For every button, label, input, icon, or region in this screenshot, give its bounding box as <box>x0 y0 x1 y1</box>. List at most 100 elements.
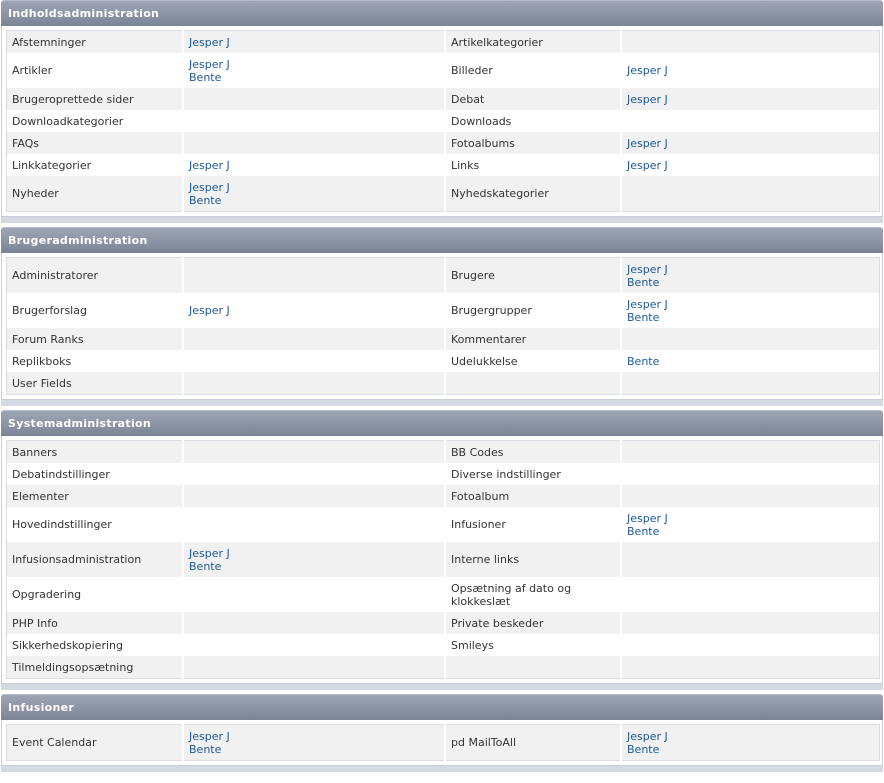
table-row: Hovedindstillinger Infusioner Jesper J Bent… <box>6 507 880 542</box>
user-link[interactable]: Bente <box>189 194 439 207</box>
section-title: Indholdsadministration <box>1 0 883 26</box>
user-link[interactable]: Jesper J <box>189 547 439 560</box>
table-row: Tilmeldingsopsætning <box>6 656 880 679</box>
admin-page-name: Brugere <box>445 257 622 293</box>
section-brugeradministration: Brugeradministration Administratorer Bruge… <box>1 227 883 406</box>
section-body: Afstemninger Jesper J Artikelkategorier Art… <box>1 26 883 217</box>
admin-page-users: Jesper J <box>183 154 446 176</box>
user-link[interactable]: Bente <box>189 560 439 573</box>
table-row: Downloadkategorier Downloads <box>6 110 880 132</box>
admin-page-name: Tilmeldingsopsætning <box>6 656 184 679</box>
section-footer <box>1 684 883 690</box>
admin-page-users <box>621 634 880 656</box>
user-link[interactable]: Jesper J <box>189 159 439 172</box>
admin-page-users <box>183 257 446 293</box>
admin-page-name: BB Codes <box>445 440 622 463</box>
admin-page-users: Jesper J Bente <box>621 257 880 293</box>
admin-page-name: Elementer <box>6 485 184 507</box>
admin-page-users <box>183 577 446 612</box>
user-link[interactable]: Jesper J <box>189 304 439 317</box>
admin-page-name: Artikler <box>6 53 184 88</box>
section-indholdsadministration: Indholdsadministration Afstemninger Jesper… <box>1 0 883 223</box>
admin-page-users <box>183 463 446 485</box>
admin-page-name: Debat <box>445 88 622 110</box>
user-link[interactable]: Jesper J <box>627 64 874 77</box>
section-title: Systemadministration <box>1 410 883 436</box>
admin-page-users <box>621 463 880 485</box>
table-row: Event Calendar Jesper J Bente pd MailToAll J… <box>6 724 880 761</box>
user-link[interactable]: Jesper J <box>627 137 874 150</box>
admin-page-users <box>621 577 880 612</box>
section-body: Event Calendar Jesper J Bente pd MailToAll J… <box>1 720 883 766</box>
user-link[interactable]: Bente <box>627 311 874 324</box>
section-body: Banners BB Codes Debatindstillinger Diverse… <box>1 436 883 684</box>
user-link[interactable]: Bente <box>189 71 439 84</box>
user-link[interactable]: Bente <box>189 743 439 756</box>
section-systemadministration: Systemadministration Banners BB Codes Debat… <box>1 410 883 690</box>
admin-permissions-page: Indholdsadministration Afstemninger Jesper… <box>0 0 884 772</box>
admin-page-users <box>183 485 446 507</box>
admin-page-name: PHP Info <box>6 612 184 634</box>
table-row: Brugeroprettede sider Debat Jesper J <box>6 88 880 110</box>
table-row: Administratorer Brugere Jesper J Bente <box>6 257 880 293</box>
table-row: FAQs Fotoalbums Jesper J <box>6 132 880 154</box>
admin-page-name: Opgradering <box>6 577 184 612</box>
admin-page-name: Links <box>445 154 622 176</box>
admin-page-users: Jesper J Bente <box>621 507 880 542</box>
table-row: Nyheder Jesper J Bente Nyhedskategorier <box>6 176 880 212</box>
user-link[interactable]: Jesper J <box>627 159 874 172</box>
admin-page-users <box>621 372 880 395</box>
admin-page-users <box>183 372 446 395</box>
admin-page-name: pd MailToAll <box>445 724 622 761</box>
user-link[interactable]: Jesper J <box>189 36 439 49</box>
admin-page-name <box>445 656 622 679</box>
user-link[interactable]: Jesper J <box>627 512 874 525</box>
admin-page-users: Jesper J <box>621 132 880 154</box>
user-link[interactable]: Bente <box>627 743 874 756</box>
admin-page-users <box>183 110 446 132</box>
table-row: Opgradering Opsætning af dato og klokkesl… <box>6 577 880 612</box>
user-link[interactable]: Jesper J <box>189 58 439 71</box>
user-link[interactable]: Jesper J <box>189 181 439 194</box>
admin-page-name: Private beskeder <box>445 612 622 634</box>
admin-page-name: Fotoalbum <box>445 485 622 507</box>
admin-page-users <box>621 485 880 507</box>
admin-page-name: User Fields <box>6 372 184 395</box>
table-row: PHP Info Private beskeder <box>6 612 880 634</box>
user-link[interactable]: Jesper J <box>189 730 439 743</box>
admin-page-users: Jesper J Bente <box>621 724 880 761</box>
table-row: Forum Ranks Kommentarer <box>6 328 880 350</box>
admin-page-users <box>183 656 446 679</box>
admin-page-name: Infusionsadministration <box>6 542 184 577</box>
section-title: Brugeradministration <box>1 227 883 253</box>
admin-page-users <box>183 440 446 463</box>
admin-page-users <box>621 612 880 634</box>
admin-page-users <box>183 350 446 372</box>
admin-page-users <box>621 656 880 679</box>
admin-page-name: Debatindstillinger <box>6 463 184 485</box>
table-row: Elementer Fotoalbum <box>6 485 880 507</box>
admin-page-users: Bente <box>621 350 880 372</box>
admin-page-name: Forum Ranks <box>6 328 184 350</box>
admin-page-users <box>183 328 446 350</box>
admin-page-users <box>183 132 446 154</box>
section-body: Administratorer Brugere Jesper J Bente Bruge… <box>1 253 883 400</box>
admin-page-users <box>183 88 446 110</box>
user-link[interactable]: Jesper J <box>627 263 874 276</box>
user-link[interactable]: Bente <box>627 525 874 538</box>
admin-page-users: Jesper J Bente <box>621 293 880 328</box>
table-row: Debatindstillinger Diverse indstillinger <box>6 463 880 485</box>
user-link[interactable]: Jesper J <box>627 298 874 311</box>
admin-page-name: Billeder <box>445 53 622 88</box>
table-row: Brugerforslag Jesper J Brugergrupper Jesper… <box>6 293 880 328</box>
admin-page-name: Event Calendar <box>6 724 184 761</box>
user-link[interactable]: Bente <box>627 276 874 289</box>
admin-page-name: Replikboks <box>6 350 184 372</box>
admin-page-name: Kommentarer <box>445 328 622 350</box>
permissions-table: Afstemninger Jesper J Artikelkategorier Art… <box>6 30 880 212</box>
user-link[interactable]: Jesper J <box>627 93 874 106</box>
admin-page-users: Jesper J Bente <box>183 542 446 577</box>
admin-page-name: Brugergrupper <box>445 293 622 328</box>
user-link[interactable]: Bente <box>627 355 874 368</box>
user-link[interactable]: Jesper J <box>627 730 874 743</box>
